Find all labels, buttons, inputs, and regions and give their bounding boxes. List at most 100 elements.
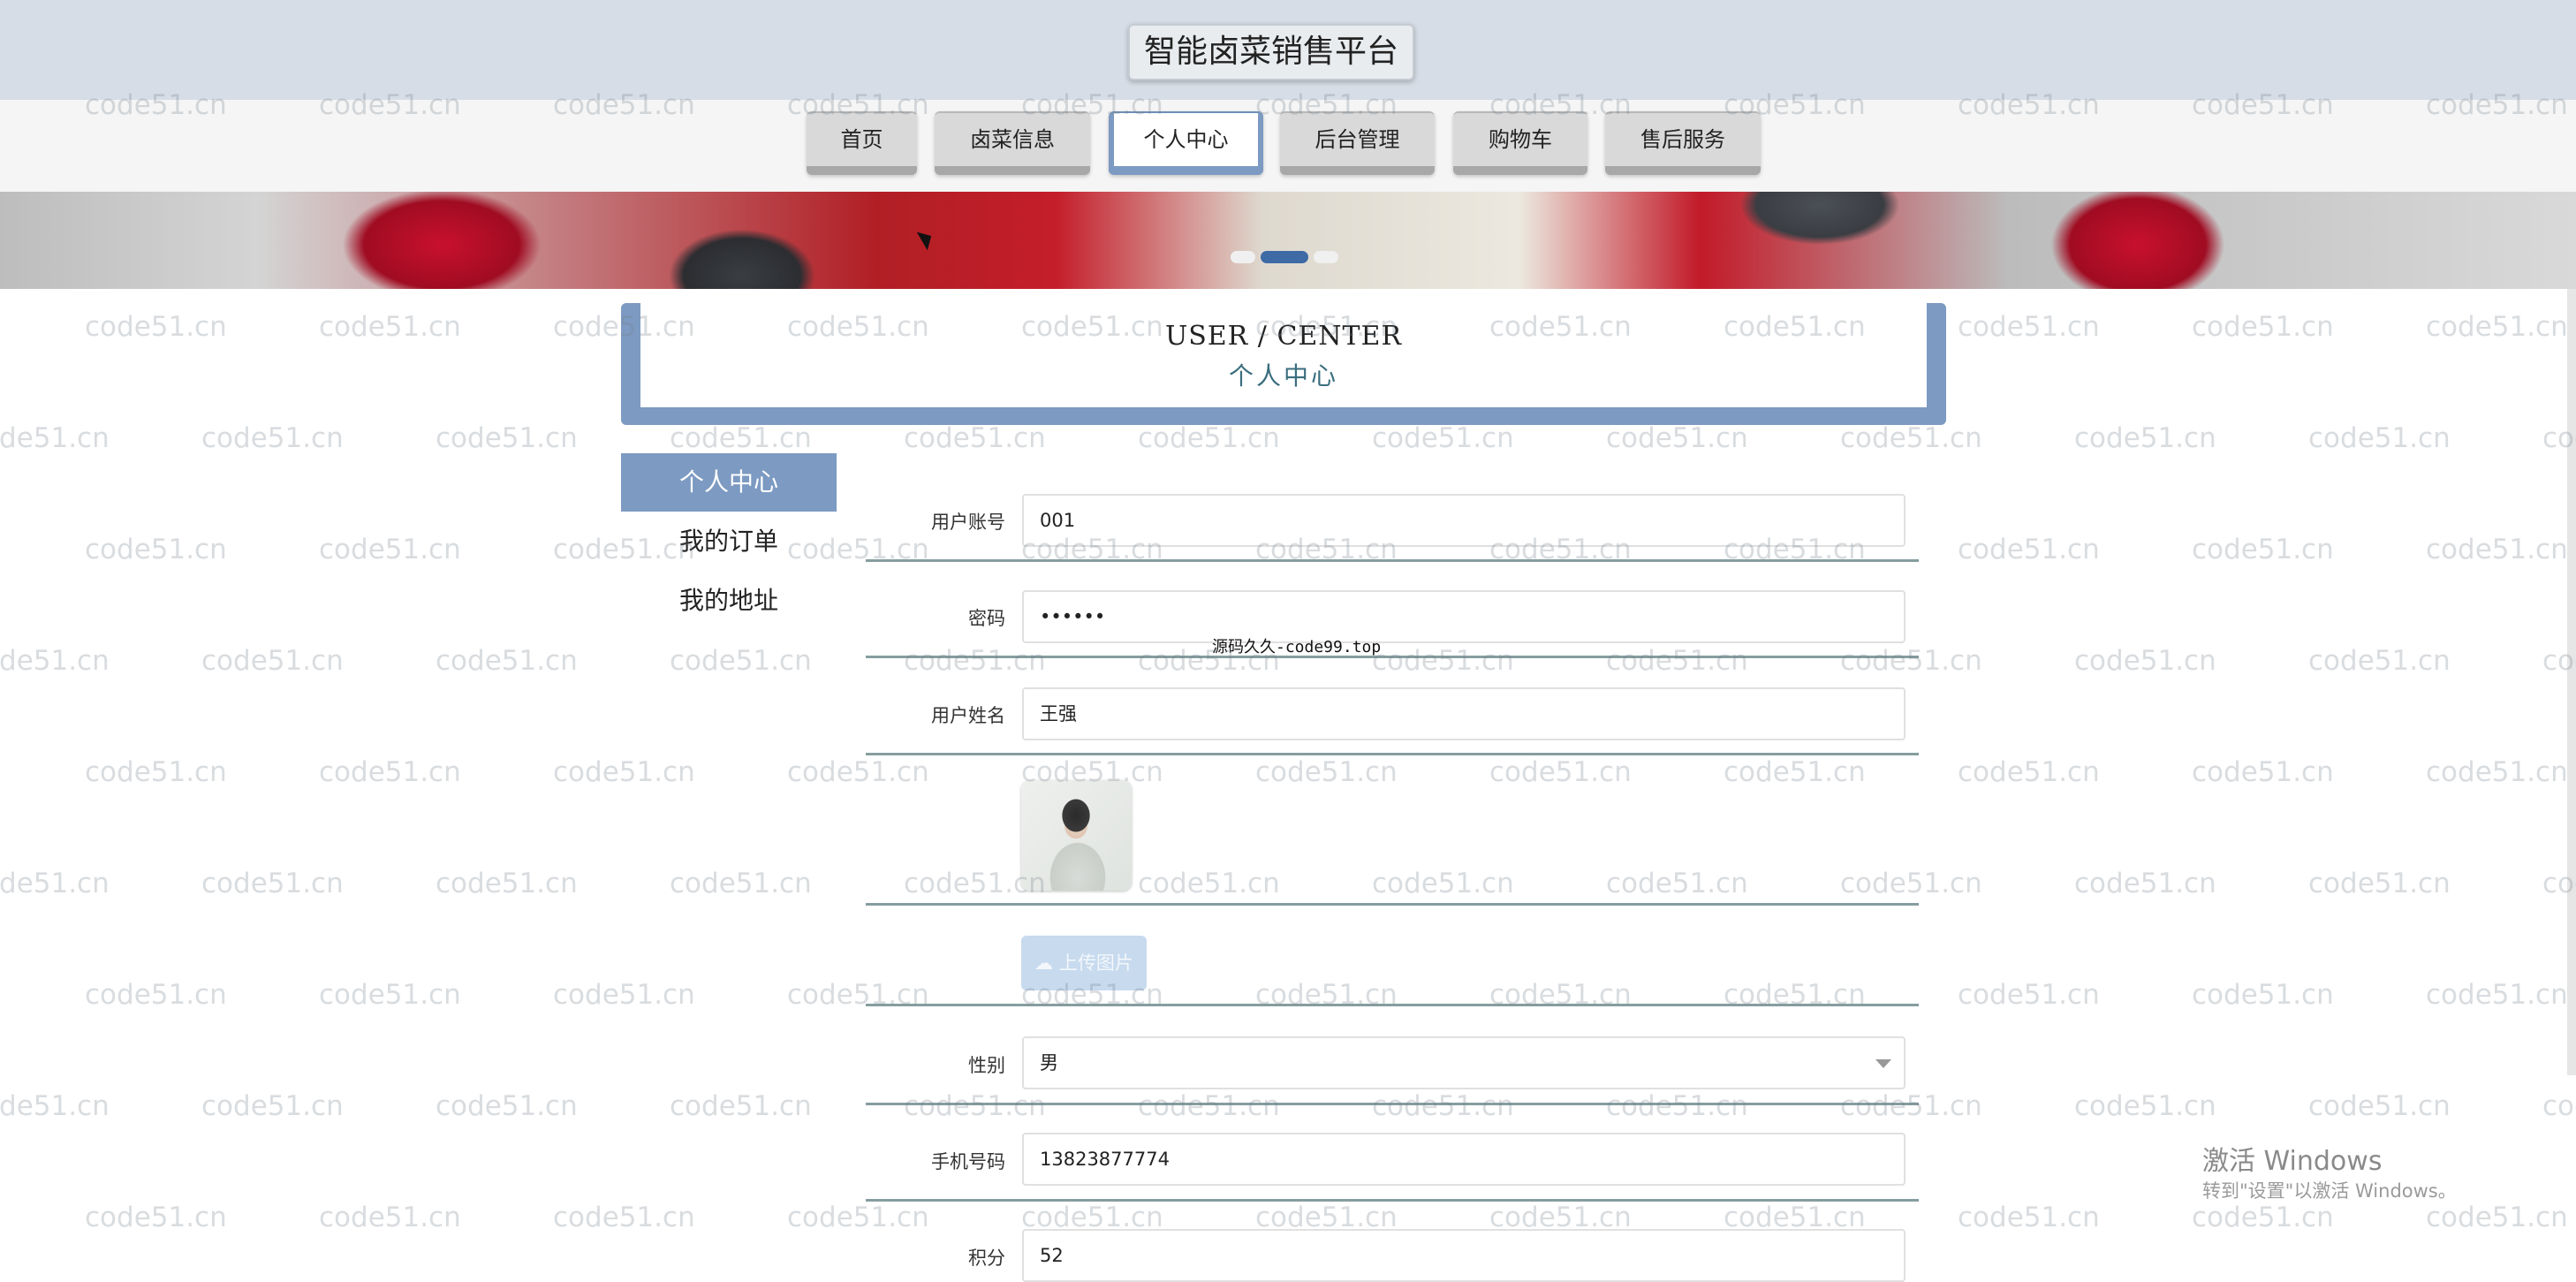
chevron-down-icon — [1875, 1059, 1891, 1068]
watermark-text: code51.cn — [85, 1202, 227, 1233]
watermark-text: code51.cn — [670, 422, 812, 454]
watermark-text: code51.cn — [1372, 868, 1514, 899]
watermark-text: code51.cn — [1840, 868, 1982, 899]
nav-user-center[interactable]: 个人中心 — [1109, 111, 1263, 175]
watermark-text: code51.cn — [201, 868, 344, 899]
watermark-text: code51.cn — [1489, 756, 1632, 788]
field-divider — [866, 753, 1919, 755]
field-divider — [866, 559, 1919, 562]
phone-label: 手机号码 — [931, 1151, 1005, 1172]
watermark-text: code51.cn — [1606, 1090, 1748, 1122]
watermark-text: code51.cn — [2308, 422, 2451, 454]
watermark-text: code51.cn — [201, 422, 344, 454]
nav-after-sales[interactable]: 售后服务 — [1605, 111, 1761, 175]
password-label: 密码 — [968, 608, 1005, 629]
gender-label: 性别 — [968, 1055, 1005, 1076]
watermark-text: code51.cn — [2426, 756, 2568, 788]
watermark-text: code51.cn — [1958, 534, 2100, 565]
phone-input[interactable]: 13823877774 — [1022, 1133, 1905, 1186]
watermark-text: code51.cn — [319, 979, 461, 1011]
side-menu-user-center[interactable]: 个人中心 — [621, 453, 837, 512]
watermark-text: code51.cn — [2426, 979, 2568, 1011]
nav-cart[interactable]: 购物车 — [1453, 111, 1587, 175]
heading-chinese: 个人中心 — [1228, 361, 1338, 391]
name-input[interactable]: 王强 — [1022, 687, 1905, 740]
watermark-text: code51.cn — [1958, 756, 2100, 788]
user-center-heading-inner: USER / CENTER 个人中心 — [640, 303, 1927, 407]
popup-text: 源码久久-code99.top — [1212, 638, 1382, 656]
password-input[interactable]: •••••• — [1022, 590, 1905, 643]
watermark-text: code51.cn — [553, 1202, 695, 1233]
page-scrollbar[interactable] — [2567, 289, 2576, 1075]
watermark-text: code51.cn — [2426, 534, 2568, 565]
points-label: 积分 — [968, 1248, 1005, 1269]
account-input[interactable]: 001 — [1022, 494, 1905, 547]
field-divider — [866, 1004, 1919, 1006]
windows-activation-title: 激活 Windows — [2202, 1146, 2383, 1177]
watermark-text: code51.cn — [1958, 311, 2100, 343]
watermark-text: code51.cn — [2426, 311, 2568, 343]
watermark-text: code51.cn — [1372, 422, 1514, 454]
watermark-text: code51.cn — [319, 311, 461, 343]
watermark-text: code51.cn — [1138, 868, 1280, 899]
account-label: 用户账号 — [931, 512, 1005, 533]
watermark-text: code51.cn — [904, 422, 1046, 454]
watermark-text: code51.cn — [319, 756, 461, 788]
watermark-text: code51.cn — [2074, 645, 2216, 677]
watermark-text: code51.cn — [436, 422, 578, 454]
watermark-text: code51.cn — [1138, 422, 1280, 454]
carousel-dot-1[interactable] — [1231, 251, 1255, 263]
points-input[interactable]: 52 — [1022, 1229, 1905, 1282]
watermark-text: code51.cn — [1958, 979, 2100, 1011]
watermark-text: code51.cn — [1372, 1090, 1514, 1122]
carousel-dot-2[interactable] — [1261, 251, 1308, 263]
watermark-text: code51.cn — [85, 311, 227, 343]
field-divider — [866, 1103, 1919, 1105]
watermark-text: code51.cn — [670, 645, 812, 677]
nav-home[interactable]: 首页 — [807, 111, 917, 175]
nav-products[interactable]: 卤菜信息 — [935, 111, 1090, 175]
side-menu-my-address[interactable]: 我的地址 — [621, 572, 837, 630]
upload-button-label: 上传图片 — [1058, 952, 1133, 974]
watermark-text: code51.cn — [1840, 645, 1982, 677]
watermark-text: code51.cn — [2192, 1202, 2334, 1233]
watermark-text: code51.cn — [787, 1202, 929, 1233]
watermark-text: code51.cn — [319, 534, 461, 565]
watermark-text: code51.cn — [2542, 1090, 2576, 1122]
watermark-text: code51.cn — [1840, 1090, 1982, 1122]
watermark-text: code51.cn — [319, 1202, 461, 1233]
watermark-text: code51.cn — [1606, 645, 1748, 677]
watermark-text: code51.cn — [904, 1090, 1046, 1122]
carousel-dot-3[interactable] — [1314, 251, 1338, 263]
watermark-text: code51.cn — [85, 756, 227, 788]
nav-admin[interactable]: 后台管理 — [1280, 111, 1435, 175]
gender-select[interactable]: 男 — [1022, 1036, 1905, 1089]
watermark-text: code51.cn — [2308, 868, 2451, 899]
watermark-text: code51.cn — [1840, 422, 1982, 454]
watermark-text: code51.cn — [0, 645, 110, 677]
site-title: 智能卤菜销售平台 — [1128, 24, 1414, 80]
field-divider — [866, 1199, 1919, 1202]
banner-image — [0, 192, 2576, 289]
watermark-text: code51.cn — [201, 1090, 344, 1122]
watermark-text: code51.cn — [553, 756, 695, 788]
watermark-text: code51.cn — [904, 645, 1046, 677]
watermark-text: code51.cn — [2192, 534, 2334, 565]
name-label: 用户姓名 — [931, 705, 1005, 726]
watermark-text: code51.cn — [2074, 422, 2216, 454]
side-menu-my-orders[interactable]: 我的订单 — [621, 512, 837, 571]
upload-image-button[interactable]: ☁ 上传图片 — [1021, 936, 1147, 990]
watermark-text: code51.cn — [1606, 422, 1748, 454]
watermark-text: code51.cn — [2074, 1090, 2216, 1122]
watermark-text: code51.cn — [787, 756, 929, 788]
watermark-text: code51.cn — [1255, 756, 1398, 788]
watermark-text: code51.cn — [553, 979, 695, 1011]
watermark-text: code51.cn — [1138, 1090, 1280, 1122]
watermark-text: code51.cn — [436, 1090, 578, 1122]
watermark-text: code51.cn — [2308, 1090, 2451, 1122]
user-center-heading: USER / CENTER 个人中心 — [621, 303, 1946, 425]
watermark-text: code51.cn — [0, 422, 110, 454]
watermark-text: code51.cn — [85, 534, 227, 565]
watermark-text: code51.cn — [201, 645, 344, 677]
cloud-upload-icon: ☁ — [1034, 952, 1054, 974]
